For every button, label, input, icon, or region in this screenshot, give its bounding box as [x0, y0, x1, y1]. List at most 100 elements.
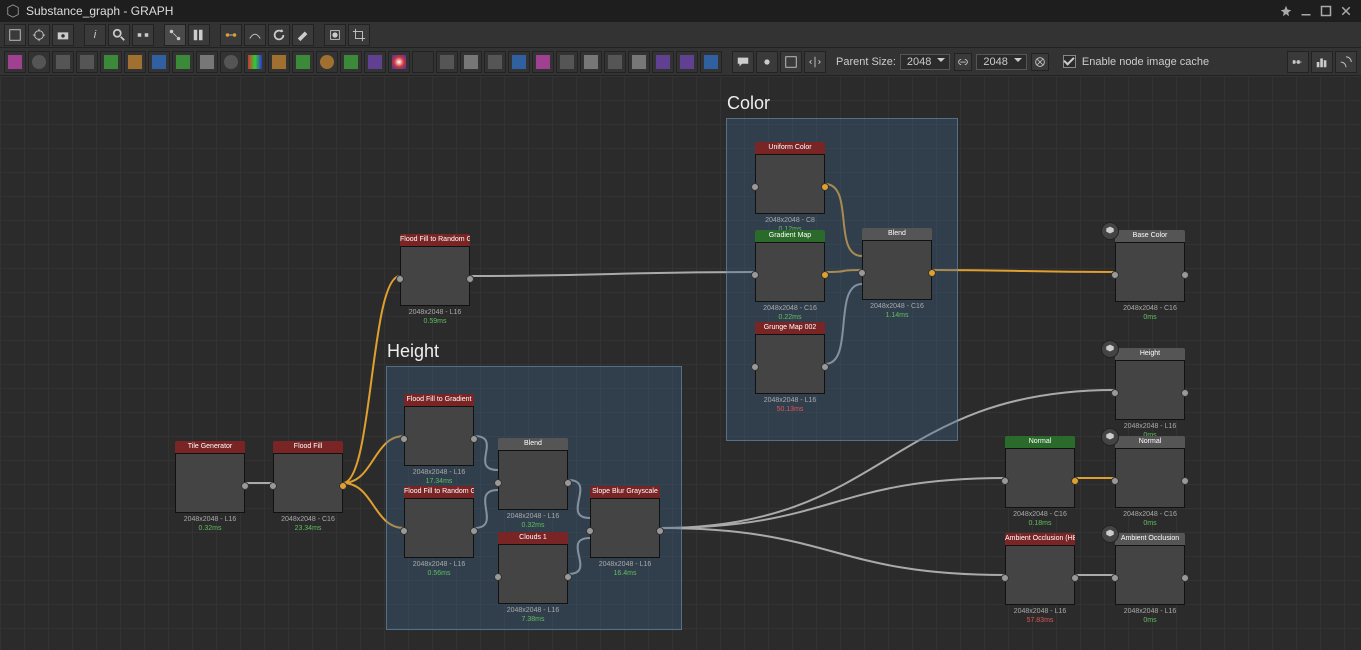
node-tilegen[interactable]: Tile Generator2048x2048 - L160.32ms: [175, 441, 245, 533]
mask-button[interactable]: [324, 24, 346, 46]
enable-cache-checkbox[interactable]: Enable node image cache: [1063, 55, 1209, 68]
search-button[interactable]: [108, 24, 130, 46]
port-in[interactable]: [751, 271, 759, 279]
port-out[interactable]: [339, 482, 347, 490]
node-ao[interactable]: Ambient Occlusion (HB…2048x2048 - L1657.…: [1005, 533, 1075, 625]
node-svg-button[interactable]: [28, 51, 50, 73]
node-pixel-button[interactable]: [508, 51, 530, 73]
node-fx8-button[interactable]: [700, 51, 722, 73]
port-in[interactable]: [269, 482, 277, 490]
node-fx1-button[interactable]: [532, 51, 554, 73]
node-blur-button[interactable]: [268, 51, 290, 73]
port-out[interactable]: [1071, 477, 1079, 485]
port-in[interactable]: [858, 269, 866, 277]
port-out[interactable]: [1071, 574, 1079, 582]
node-out_ao[interactable]: Ambient Occlusion2048x2048 - L160ms: [1115, 533, 1185, 625]
reload-button[interactable]: [268, 24, 290, 46]
port-in[interactable]: [1111, 389, 1119, 397]
node-dirblur-button[interactable]: [292, 51, 314, 73]
highlight-button[interactable]: [132, 24, 154, 46]
timing-button[interactable]: [1287, 51, 1309, 73]
graph-canvas[interactable]: Color Height Tile Generator2048x2048 - L…: [0, 76, 1361, 650]
node-ffrg2[interactable]: Flood Fill to Random Gr…2048x2048 - L160…: [404, 486, 474, 578]
settings-button[interactable]: [292, 24, 314, 46]
portal-button[interactable]: [804, 51, 826, 73]
node-mirror-button[interactable]: [460, 51, 482, 73]
node-grayscale-button[interactable]: [196, 51, 218, 73]
port-in[interactable]: [1001, 574, 1009, 582]
port-out[interactable]: [1181, 389, 1189, 397]
close-icon[interactable]: [1337, 2, 1355, 20]
node-sharpen-button[interactable]: [364, 51, 386, 73]
port-out[interactable]: [821, 183, 829, 191]
node-text-button[interactable]: [52, 51, 74, 73]
port-out[interactable]: [821, 363, 829, 371]
maximize-icon[interactable]: [1317, 2, 1335, 20]
frame-button[interactable]: [780, 51, 802, 73]
node-transform-button[interactable]: [340, 51, 362, 73]
node-fx4-button[interactable]: [604, 51, 626, 73]
port-out[interactable]: [470, 527, 478, 535]
flow-button[interactable]: [164, 24, 186, 46]
port-in[interactable]: [1001, 477, 1009, 485]
node-fx2-button[interactable]: [556, 51, 578, 73]
curve-button[interactable]: [244, 24, 266, 46]
node-emboss-button[interactable]: [388, 51, 410, 73]
info-button[interactable]: i: [84, 24, 106, 46]
node-fx6-button[interactable]: [652, 51, 674, 73]
node-shuffle-button[interactable]: [76, 51, 98, 73]
node-distance-button[interactable]: [436, 51, 458, 73]
node-blend-button[interactable]: [220, 51, 242, 73]
node-gradient-button[interactable]: [124, 51, 146, 73]
reset-size-button[interactable]: [1031, 53, 1049, 71]
port-out[interactable]: [1181, 574, 1189, 582]
node-normal-button[interactable]: [412, 51, 434, 73]
node-out_height[interactable]: Height2048x2048 - L160ms: [1115, 348, 1185, 440]
node-uniform[interactable]: Uniform Color2048x2048 - C80.12ms: [755, 142, 825, 234]
center-button[interactable]: [28, 24, 50, 46]
comment-button[interactable]: [732, 51, 754, 73]
camera-button[interactable]: [52, 24, 74, 46]
port-in[interactable]: [396, 275, 404, 283]
node-blend1[interactable]: Blend2048x2048 - L160.32ms: [498, 438, 568, 530]
node-grunge[interactable]: Grunge Map 0022048x2048 - L1650.13ms: [755, 322, 825, 414]
port-out[interactable]: [928, 269, 936, 277]
node-ffgrad[interactable]: Flood Fill to Gradient2048x2048 - L1617.…: [404, 394, 474, 486]
link-button[interactable]: [220, 24, 242, 46]
port-out[interactable]: [1181, 271, 1189, 279]
port-out[interactable]: [656, 527, 664, 535]
pin-node-button[interactable]: [756, 51, 778, 73]
align-button[interactable]: [188, 24, 210, 46]
node-bitmap-button[interactable]: [4, 51, 26, 73]
port-in[interactable]: [1111, 477, 1119, 485]
port-in[interactable]: [400, 527, 408, 535]
link-size-button[interactable]: [954, 53, 972, 71]
node-fx5-button[interactable]: [628, 51, 650, 73]
node-ffrg1[interactable]: Flood Fill to Random Gr…2048x2048 - L160…: [400, 234, 470, 326]
expand-button[interactable]: [1335, 51, 1357, 73]
node-floodfill[interactable]: Flood Fill2048x2048 - C1623.34ms: [273, 441, 343, 533]
port-in[interactable]: [494, 479, 502, 487]
node-clouds[interactable]: Clouds 12048x2048 - L167.38ms: [498, 532, 568, 624]
port-out[interactable]: [1181, 477, 1189, 485]
node-levels-button[interactable]: [148, 51, 170, 73]
port-in[interactable]: [400, 435, 408, 443]
node-normal[interactable]: Normal2048x2048 - C160.18ms: [1005, 436, 1075, 528]
port-out[interactable]: [466, 275, 474, 283]
node-gradmap[interactable]: Gradient Map2048x2048 - C160.22ms: [755, 230, 825, 322]
node-channels-button[interactable]: [244, 51, 266, 73]
port-out[interactable]: [564, 573, 572, 581]
port-in[interactable]: [1111, 574, 1119, 582]
node-blend2[interactable]: Blend2048x2048 - C161.14ms: [862, 228, 932, 320]
port-out[interactable]: [241, 482, 249, 490]
port-in[interactable]: [494, 573, 502, 581]
port-out[interactable]: [470, 435, 478, 443]
parent-size-y-dropdown[interactable]: 2048: [976, 54, 1026, 70]
minimize-icon[interactable]: [1297, 2, 1315, 20]
port-in[interactable]: [751, 183, 759, 191]
fit-view-button[interactable]: [4, 24, 26, 46]
node-warp-button[interactable]: [316, 51, 338, 73]
port-in[interactable]: [586, 527, 594, 535]
node-out_normal[interactable]: Normal2048x2048 - C160ms: [1115, 436, 1185, 528]
port-in[interactable]: [1111, 271, 1119, 279]
